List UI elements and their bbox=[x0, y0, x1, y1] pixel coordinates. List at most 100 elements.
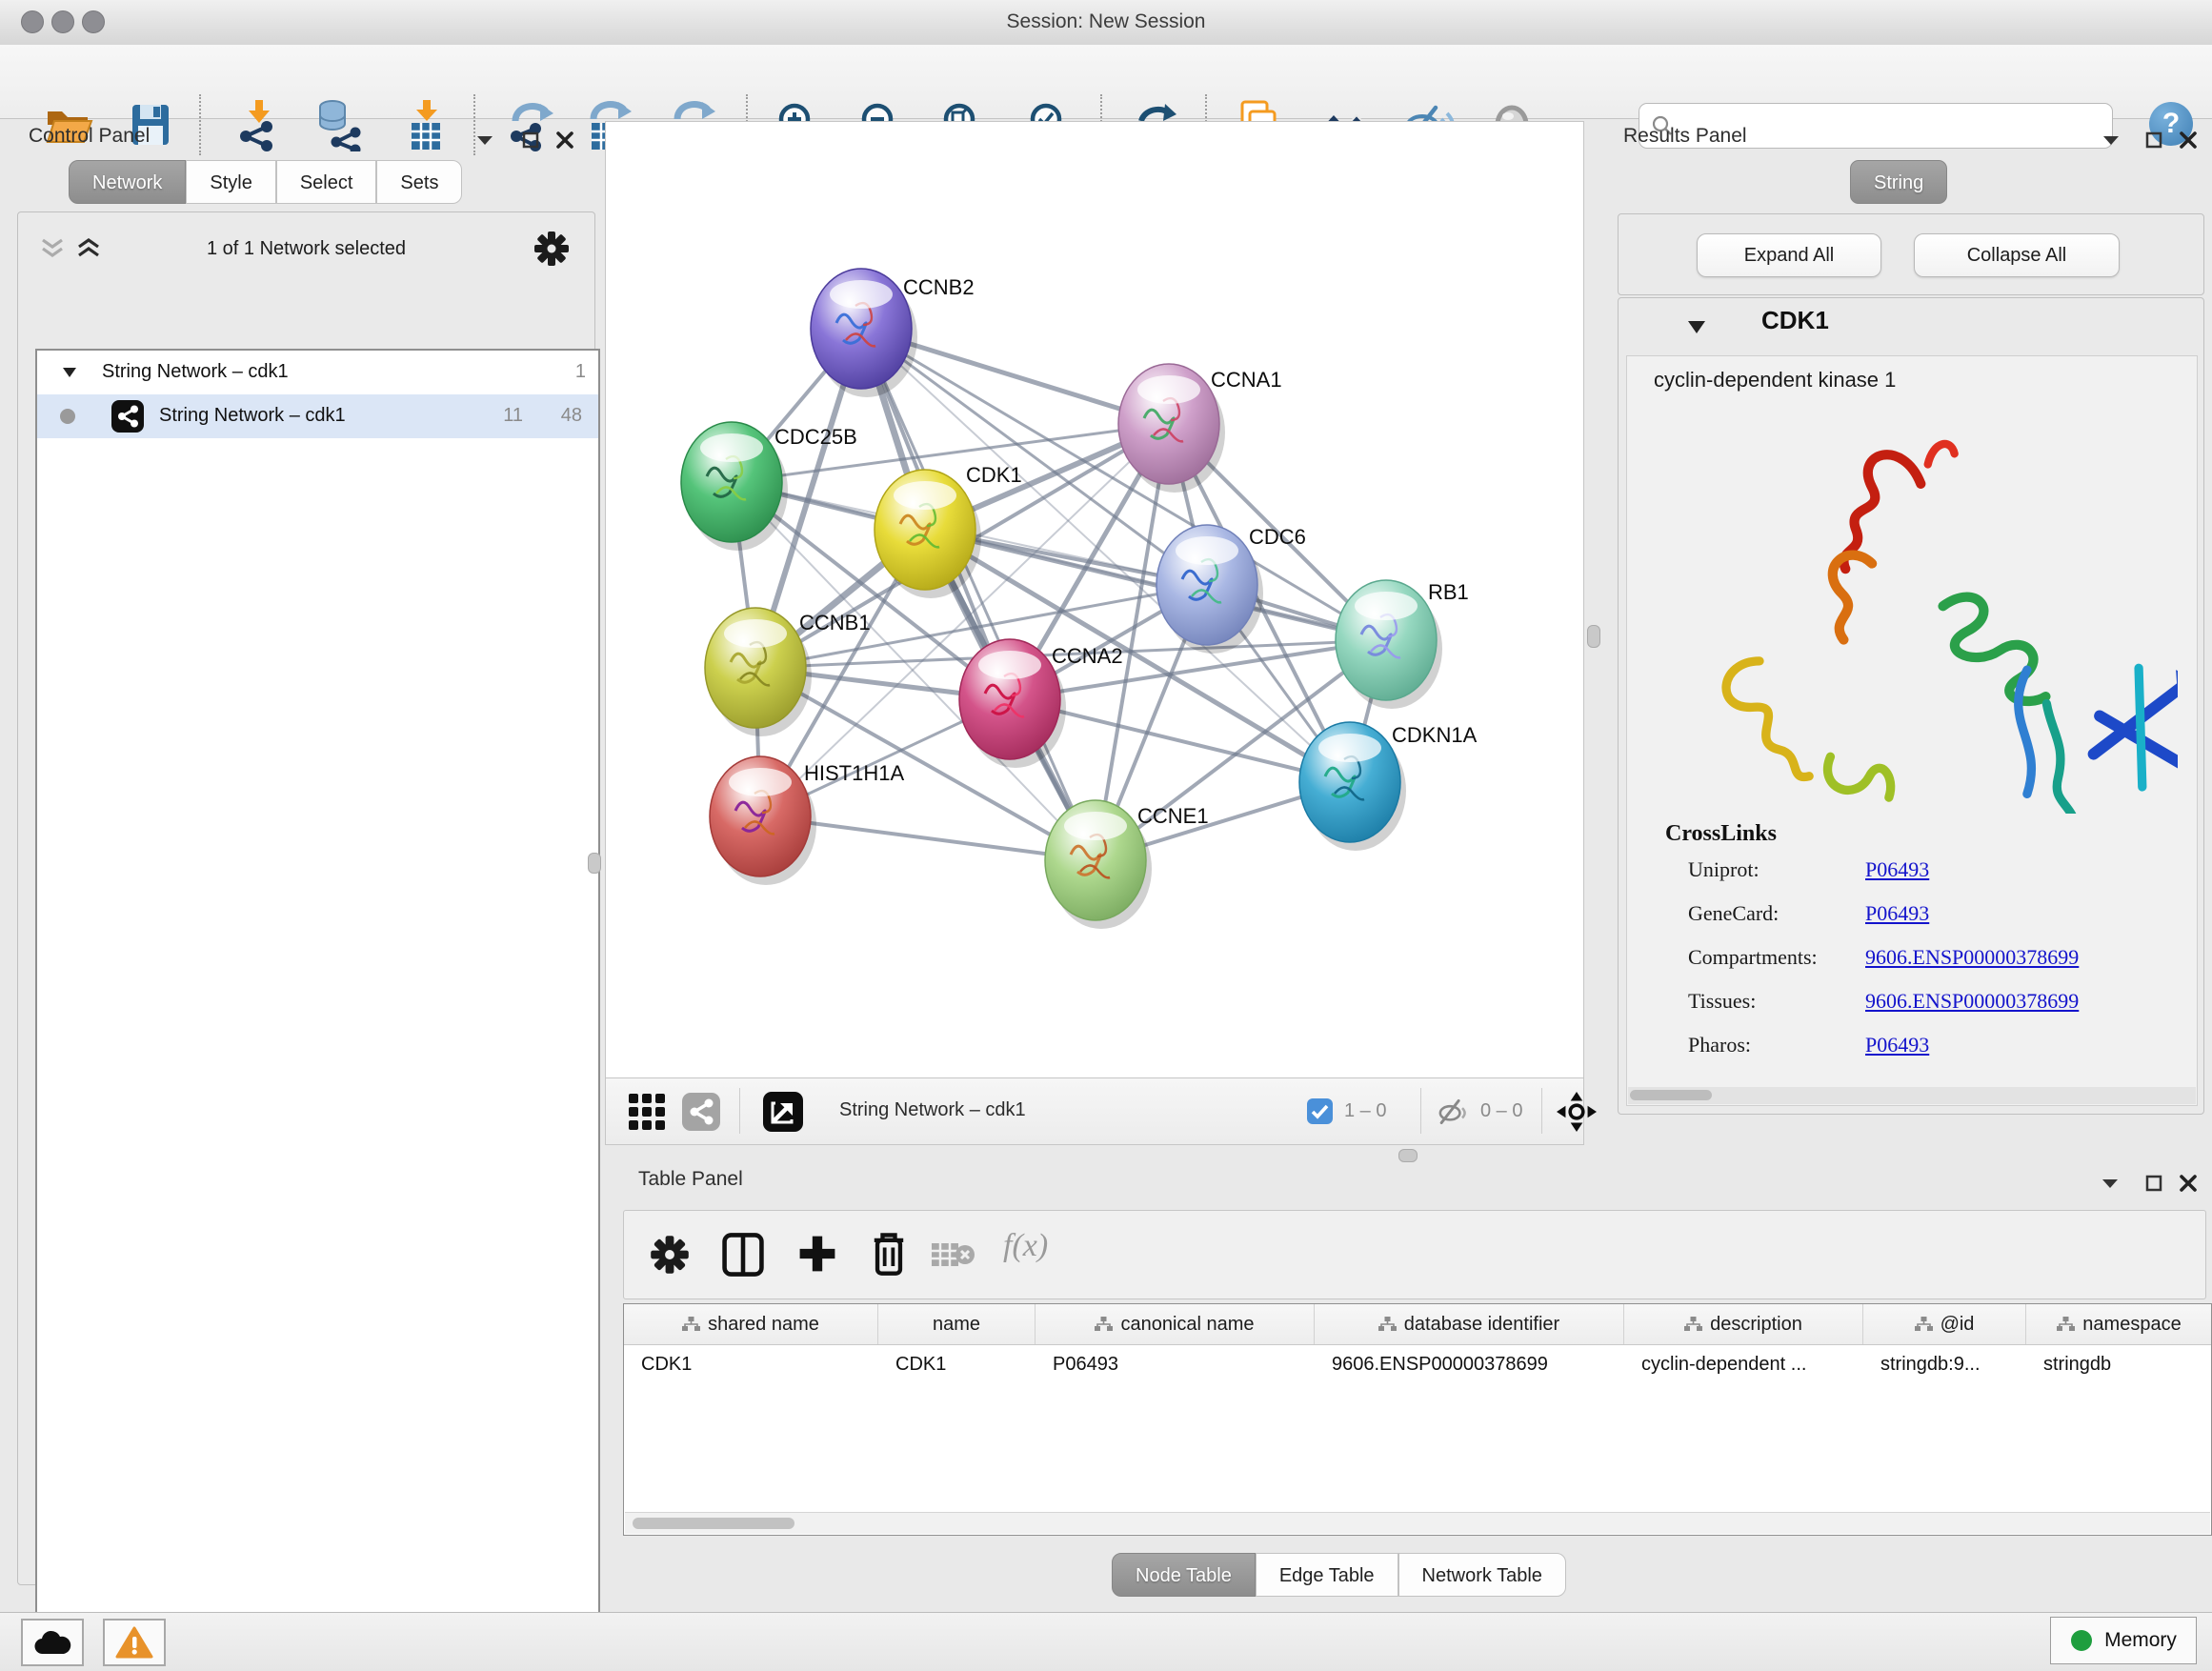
network-view-share-icon[interactable] bbox=[682, 1093, 720, 1131]
table-row[interactable]: CDK1CDK1P064939606.ENSP00000378699cyclin… bbox=[624, 1345, 2211, 1383]
hidden-eye-slash-icon[interactable] bbox=[1437, 1097, 1471, 1126]
tab-style[interactable]: Style bbox=[186, 160, 275, 204]
table-cell-id[interactable]: stringdb:9... bbox=[1863, 1345, 2026, 1383]
gene-name: CDK1 bbox=[1761, 306, 1829, 335]
panel-float-icon[interactable] bbox=[520, 131, 541, 150]
warnings-button[interactable] bbox=[103, 1619, 166, 1666]
cloud-button[interactable] bbox=[21, 1619, 84, 1666]
collection-label: String Network – cdk1 bbox=[102, 361, 289, 383]
tab-sets[interactable]: Sets bbox=[376, 160, 462, 204]
column-header-label: canonical name bbox=[1120, 1314, 1254, 1336]
column-header-namespace[interactable]: namespace bbox=[2026, 1304, 2212, 1344]
table-options-gear-icon[interactable] bbox=[649, 1234, 691, 1276]
column-header-description[interactable]: description bbox=[1624, 1304, 1863, 1344]
birds-eye-navigator-icon[interactable] bbox=[1557, 1092, 1597, 1132]
panel-float-icon[interactable] bbox=[2143, 131, 2164, 150]
tab-node-table[interactable]: Node Table bbox=[1112, 1553, 1256, 1597]
column-header-name[interactable]: name bbox=[878, 1304, 1036, 1344]
crosslink-value-link[interactable]: 9606.ENSP00000378699 bbox=[1865, 989, 2079, 1014]
table-cell-namespace[interactable]: stringdb bbox=[2026, 1345, 2212, 1383]
network-node-count: 11 bbox=[483, 405, 523, 427]
expand-all-button[interactable]: Expand All bbox=[1697, 233, 1881, 277]
column-header-label: shared name bbox=[708, 1314, 819, 1336]
delete-column-icon[interactable] bbox=[868, 1230, 910, 1278]
crosslink-row: Tissues:9606.ENSP00000378699 bbox=[1688, 989, 2183, 1033]
panel-menu-icon[interactable] bbox=[2100, 1174, 2121, 1193]
network-node-ccna2[interactable] bbox=[959, 639, 1066, 768]
node-label: CCNB1 bbox=[799, 611, 871, 634]
horizontal-splitter-handle[interactable] bbox=[1398, 1149, 1418, 1162]
tab-string[interactable]: String bbox=[1850, 160, 1947, 204]
crosslink-value-link[interactable]: 9606.ENSP00000378699 bbox=[1865, 945, 2079, 970]
panel-close-icon[interactable] bbox=[554, 131, 575, 150]
add-column-icon[interactable] bbox=[795, 1232, 839, 1276]
shared-column-icon bbox=[1095, 1317, 1113, 1332]
table-cell-database-identifier[interactable]: 9606.ENSP00000378699 bbox=[1315, 1345, 1624, 1383]
tab-network-table[interactable]: Network Table bbox=[1398, 1553, 1566, 1597]
crosslink-value-link[interactable]: P06493 bbox=[1865, 1033, 1929, 1057]
network-view-toolbar: String Network – cdk1 1 – 0 0 – 0 bbox=[605, 1078, 1584, 1145]
tab-edge-table[interactable]: Edge Table bbox=[1256, 1553, 1398, 1597]
panel-float-icon[interactable] bbox=[2143, 1174, 2164, 1193]
network-node-ccnb2[interactable] bbox=[811, 269, 917, 397]
shared-column-icon bbox=[2057, 1317, 2075, 1332]
grid-view-icon[interactable] bbox=[628, 1093, 666, 1131]
crosslink-row: GeneCard: P06493 bbox=[1688, 901, 2183, 945]
crosslink-label: Uniprot: bbox=[1688, 857, 1760, 881]
crosslink-row: Pharos:P06493 bbox=[1688, 1033, 2183, 1077]
tab-network[interactable]: Network bbox=[69, 160, 186, 204]
panel-close-icon[interactable] bbox=[2178, 1174, 2199, 1193]
memory-status-icon bbox=[2070, 1629, 2093, 1652]
network-node-ccne1[interactable] bbox=[1045, 800, 1152, 929]
crosslink-value-link[interactable]: P06493 bbox=[1865, 901, 1929, 926]
network-node-cdc25b[interactable] bbox=[681, 422, 788, 551]
network-node-cdk1[interactable] bbox=[875, 470, 981, 598]
column-header-id[interactable]: @id bbox=[1863, 1304, 2026, 1344]
network-tab-content: 1 of 1 Network selected String Network –… bbox=[17, 211, 595, 1585]
network-node-hist1h1a[interactable] bbox=[710, 756, 816, 885]
network-collection-row[interactable]: String Network – cdk1 1 bbox=[37, 351, 598, 394]
tab-select[interactable]: Select bbox=[276, 160, 377, 204]
scrollbar-thumb[interactable] bbox=[633, 1518, 794, 1529]
column-header-label: description bbox=[1710, 1314, 1802, 1336]
panel-menu-icon[interactable] bbox=[474, 131, 495, 150]
network-node-cdkn1a[interactable] bbox=[1299, 722, 1406, 851]
column-header-database-identifier[interactable]: database identifier bbox=[1315, 1304, 1624, 1344]
table-horizontal-scrollbar[interactable] bbox=[625, 1512, 2210, 1534]
network-node-ccna1[interactable] bbox=[1118, 364, 1225, 493]
crosslink-label: Compartments: bbox=[1688, 945, 1818, 969]
column-header-shared-name[interactable]: shared name bbox=[624, 1304, 878, 1344]
network-graph[interactable]: CCNB2CCNA1CDC25BCDK1CDC6RB1CCNB1CCNA2CDK… bbox=[606, 122, 1583, 1077]
panel-menu-icon[interactable] bbox=[2101, 131, 2122, 150]
network-node-cdc6[interactable] bbox=[1156, 525, 1263, 654]
column-header-canonical-name[interactable]: canonical name bbox=[1036, 1304, 1315, 1344]
network-node-ccnb1[interactable] bbox=[705, 608, 812, 736]
table-tabs: Node TableEdge TableNetwork Table bbox=[1112, 1553, 1566, 1597]
gene-details: cyclin-dependent kinase 1 bbox=[1626, 355, 2198, 1106]
network-options-gear-icon[interactable] bbox=[533, 230, 571, 268]
selected-checkbox-icon[interactable] bbox=[1307, 1098, 1333, 1124]
node-label: CDK1 bbox=[966, 463, 1022, 487]
gene-collapse-icon[interactable] bbox=[1687, 320, 1706, 334]
memory-button[interactable]: Memory bbox=[2050, 1617, 2197, 1664]
network-view[interactable]: CCNB2CCNA1CDC25BCDK1CDC6RB1CCNB1CCNA2CDK… bbox=[605, 121, 1584, 1078]
collapse-all-button[interactable]: Collapse All bbox=[1914, 233, 2120, 277]
tree-expand-icon[interactable] bbox=[62, 367, 77, 378]
network-row[interactable]: String Network – cdk1 11 48 bbox=[37, 394, 598, 438]
crosslink-label: GeneCard: bbox=[1688, 901, 1779, 925]
status-bar: Memory bbox=[0, 1612, 2212, 1671]
open-in-new-window-icon[interactable] bbox=[763, 1092, 803, 1132]
table-cell-canonical-name[interactable]: P06493 bbox=[1036, 1345, 1315, 1383]
node-label: CCNA2 bbox=[1052, 644, 1123, 668]
table-cell-description[interactable]: cyclin-dependent ... bbox=[1624, 1345, 1863, 1383]
table-cell-name[interactable]: CDK1 bbox=[878, 1345, 1036, 1383]
network-node-rb1[interactable] bbox=[1336, 580, 1442, 709]
crosslink-value-link[interactable]: P06493 bbox=[1865, 857, 1929, 882]
network-selected-status: 1 of 1 Network selected bbox=[18, 238, 594, 260]
left-splitter-handle[interactable] bbox=[588, 853, 601, 874]
table-panel: Table Panel f(x) shared namenamecanonica… bbox=[617, 1164, 2212, 1612]
table-cell-shared-name[interactable]: CDK1 bbox=[624, 1345, 878, 1383]
show-columns-icon[interactable] bbox=[721, 1232, 765, 1278]
results-horizontal-scrollbar[interactable] bbox=[1628, 1087, 2196, 1104]
panel-close-icon[interactable] bbox=[2178, 131, 2199, 150]
